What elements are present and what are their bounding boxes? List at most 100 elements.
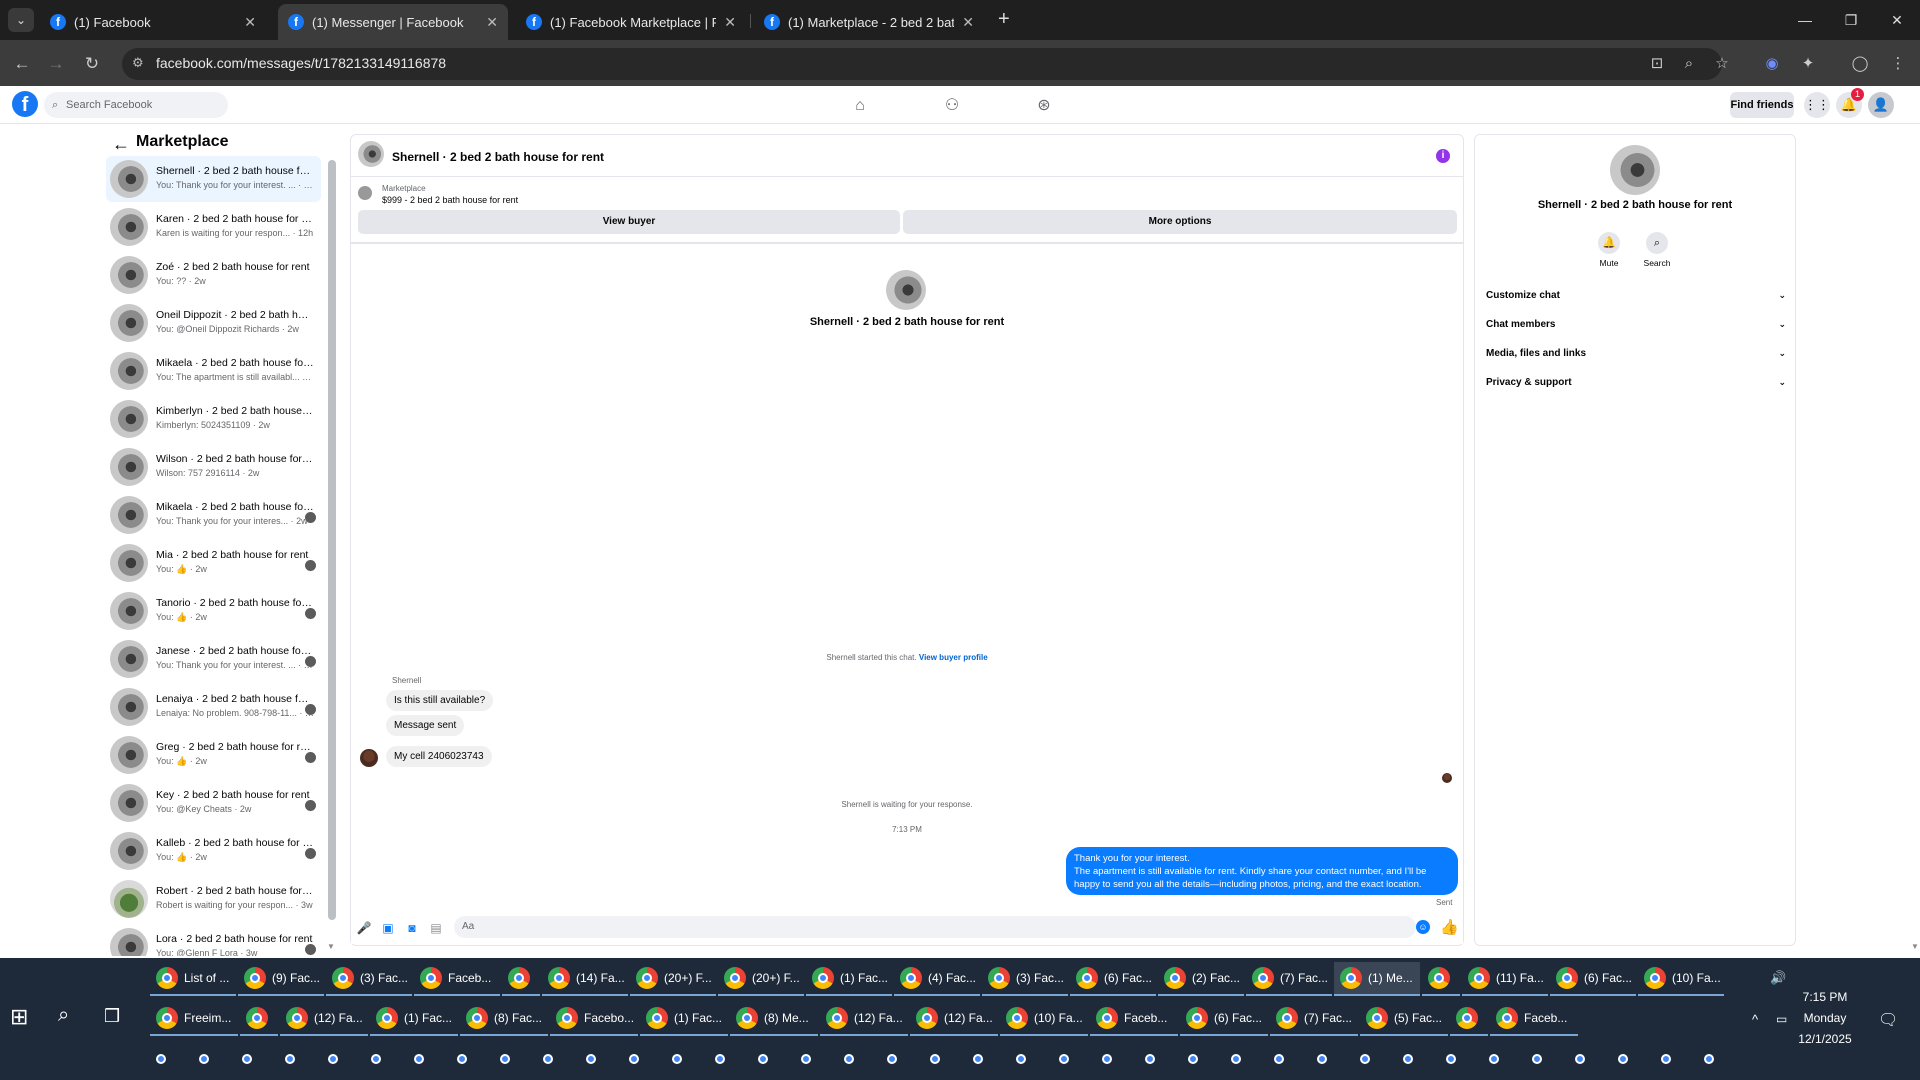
- task-view-icon[interactable]: ❒: [104, 1006, 120, 1027]
- sender-avatar[interactable]: [360, 749, 378, 767]
- profile-icon[interactable]: ◯: [1848, 52, 1872, 76]
- conversation-item[interactable]: Tanorio · 2 bed 2 bath house for rent You…: [106, 588, 321, 634]
- taskbar-window-button[interactable]: (8) Me...: [730, 1002, 818, 1036]
- taskbar-window-button[interactable]: (2) Fac...: [1158, 962, 1244, 996]
- conversation-item[interactable]: Kalleb · 2 bed 2 bath house for rent You:…: [106, 828, 321, 874]
- site-info-icon[interactable]: ⚙: [132, 55, 144, 71]
- conversation-item[interactable]: Janese · 2 bed 2 bath house for rent You:…: [106, 636, 321, 682]
- taskbar-window-button[interactable]: List of ...: [150, 962, 236, 996]
- mute-bell-icon[interactable]: 🔔: [1598, 232, 1620, 254]
- zoom-icon[interactable]: ⌕: [1677, 52, 1701, 76]
- privacy-support-section[interactable]: Privacy & support ⌄: [1486, 377, 1786, 397]
- clock-date[interactable]: 12/1/2025: [1790, 1032, 1860, 1046]
- conversation-item[interactable]: Robert · 2 bed 2 bath house for rent Robe…: [106, 876, 321, 922]
- taskbar-window-button[interactable]: (6) Fac...: [1180, 1002, 1268, 1036]
- gif-icon[interactable]: ▤: [428, 920, 444, 936]
- conversation-list-scrollbar[interactable]: [328, 160, 336, 920]
- taskbar-window-button[interactable]: (10) Fa...: [1000, 1002, 1088, 1036]
- chat-avatar[interactable]: [358, 141, 384, 167]
- back-arrow-icon[interactable]: ←: [10, 52, 34, 76]
- chat-title[interactable]: Shernell · 2 bed 2 bath house for rent: [392, 150, 604, 164]
- listing-thumbnail[interactable]: [358, 186, 372, 200]
- reload-icon[interactable]: ↻: [80, 52, 104, 76]
- taskbar-search-icon[interactable]: ⌕: [58, 1004, 69, 1027]
- taskbar-window-button[interactable]: (11) Fa...: [1462, 962, 1548, 996]
- thumbs-up-icon[interactable]: 👍: [1440, 918, 1459, 936]
- taskbar-window-button[interactable]: (7) Fac...: [1246, 962, 1332, 996]
- taskbar-window-button[interactable]: (4) Fac...: [894, 962, 980, 996]
- taskbar-window-button[interactable]: [240, 1002, 278, 1036]
- customize-chat-section[interactable]: Customize chat ⌄: [1486, 290, 1786, 310]
- taskbar-window-button[interactable]: (3) Fac...: [326, 962, 412, 996]
- volume-icon[interactable]: 🔊: [1770, 970, 1786, 986]
- close-window-icon[interactable]: ✕: [1874, 0, 1920, 40]
- taskbar-window-button[interactable]: Faceb...: [1490, 1002, 1578, 1036]
- taskbar-window-button[interactable]: (6) Fac...: [1550, 962, 1636, 996]
- emoji-icon[interactable]: ☺: [1416, 920, 1430, 934]
- browser-menu-icon[interactable]: ⋮: [1886, 52, 1910, 76]
- scroll-down-arrow-icon[interactable]: ▼: [327, 942, 335, 951]
- taskbar-window-button[interactable]: (6) Fac...: [1070, 962, 1156, 996]
- taskbar-window-button[interactable]: [1422, 962, 1460, 996]
- more-options-button[interactable]: More options: [903, 210, 1457, 234]
- taskbar-window-button[interactable]: (1) Fac...: [806, 962, 892, 996]
- taskbar-window-button[interactable]: Faceb...: [1090, 1002, 1178, 1036]
- conversation-item[interactable]: Kimberlyn · 2 bed 2 bath house for rent K…: [106, 396, 321, 442]
- taskbar-window-button[interactable]: (12) Fa...: [280, 1002, 368, 1036]
- new-tab-icon[interactable]: +: [998, 8, 1010, 31]
- clock-day[interactable]: Monday: [1790, 1011, 1860, 1025]
- close-tab-icon[interactable]: ✕: [962, 14, 974, 31]
- incoming-message[interactable]: My cell 2406023743: [386, 746, 492, 767]
- taskbar-window-button[interactable]: (7) Fac...: [1270, 1002, 1358, 1036]
- facebook-logo-icon[interactable]: f: [12, 91, 38, 117]
- account-avatar[interactable]: 👤: [1868, 92, 1894, 118]
- incoming-message[interactable]: Message sent: [386, 715, 465, 736]
- conversation-item[interactable]: Zoé · 2 bed 2 bath house for rent You: ??…: [106, 252, 321, 298]
- taskbar-window-button[interactable]: (20+) F...: [718, 962, 804, 996]
- photo-icon[interactable]: ▣: [380, 920, 396, 936]
- tab-messenger[interactable]: f (1) Messenger | Facebook ✕: [278, 4, 508, 40]
- taskbar-window-button[interactable]: (20+) F...: [630, 962, 716, 996]
- media-files-links-section[interactable]: Media, files and links ⌄: [1486, 348, 1786, 368]
- show-hidden-icons-icon[interactable]: ^: [1752, 1012, 1758, 1027]
- chat-info-icon[interactable]: i: [1436, 149, 1450, 163]
- search-icon[interactable]: ⌕: [1646, 232, 1668, 254]
- taskbar-window-button[interactable]: (12) Fa...: [910, 1002, 998, 1036]
- taskbar-window-button[interactable]: [502, 962, 540, 996]
- extensions-puzzle-icon[interactable]: ✦: [1796, 52, 1820, 76]
- taskbar-window-button[interactable]: (8) Fac...: [460, 1002, 548, 1036]
- page-scroll-down-icon[interactable]: ▼: [1911, 942, 1919, 951]
- tab-search-button[interactable]: ⌄: [8, 8, 34, 32]
- network-icon[interactable]: ▭: [1776, 1012, 1787, 1026]
- taskbar-window-button[interactable]: Freeim...: [150, 1002, 238, 1036]
- outgoing-message[interactable]: Thank you for your interest. The apartme…: [1066, 847, 1458, 895]
- taskbar-window-button[interactable]: (1) Fac...: [370, 1002, 458, 1036]
- tab-marketplace[interactable]: f (1) Facebook Marketplace | Facebook ✕: [516, 4, 746, 40]
- chat-members-section[interactable]: Chat members ⌄: [1486, 319, 1786, 339]
- windows-start-icon[interactable]: ⊞: [10, 1004, 28, 1030]
- sticker-icon[interactable]: ◙: [404, 920, 420, 936]
- find-friends-button[interactable]: Find friends: [1730, 92, 1794, 118]
- conversation-item[interactable]: Shernell · 2 bed 2 bath house for rent Yo…: [106, 156, 321, 202]
- address-bar[interactable]: ⚙ facebook.com/messages/t/17821331491168…: [122, 48, 1722, 80]
- close-tab-icon[interactable]: ✕: [244, 14, 256, 31]
- tab-facebook[interactable]: f (1) Facebook ✕: [40, 4, 266, 40]
- conversation-item[interactable]: Mia · 2 bed 2 bath house for rent You: 👍 …: [106, 540, 321, 586]
- microphone-icon[interactable]: 🎤: [356, 920, 372, 936]
- home-icon[interactable]: ⌂: [848, 94, 872, 118]
- bookmark-star-icon[interactable]: ☆: [1710, 52, 1734, 76]
- conversation-avatar[interactable]: [886, 270, 926, 310]
- conversation-item[interactable]: Greg · 2 bed 2 bath house for rent You: 👍…: [106, 732, 321, 778]
- minimize-icon[interactable]: —: [1782, 0, 1828, 40]
- incoming-message[interactable]: Is this still available?: [386, 690, 494, 711]
- conversation-item[interactable]: Wilson · 2 bed 2 bath house for rent Wils…: [106, 444, 321, 490]
- taskbar-window-button[interactable]: Facebo...: [550, 1002, 638, 1036]
- tab-marketplace-listing[interactable]: f (1) Marketplace - 2 bed 2 bath house ✕: [754, 4, 984, 40]
- listing-price[interactable]: $999 - 2 bed 2 bath house for rent: [382, 195, 518, 205]
- taskbar-window-button[interactable]: (14) Fa...: [542, 962, 628, 996]
- install-app-icon[interactable]: ⊡: [1645, 52, 1669, 76]
- message-input[interactable]: Aa: [454, 916, 1416, 938]
- details-avatar[interactable]: [1610, 145, 1660, 195]
- taskbar-window-button[interactable]: Faceb...: [414, 962, 500, 996]
- conversation-item[interactable]: Karen · 2 bed 2 bath house for rent Karen…: [106, 204, 321, 250]
